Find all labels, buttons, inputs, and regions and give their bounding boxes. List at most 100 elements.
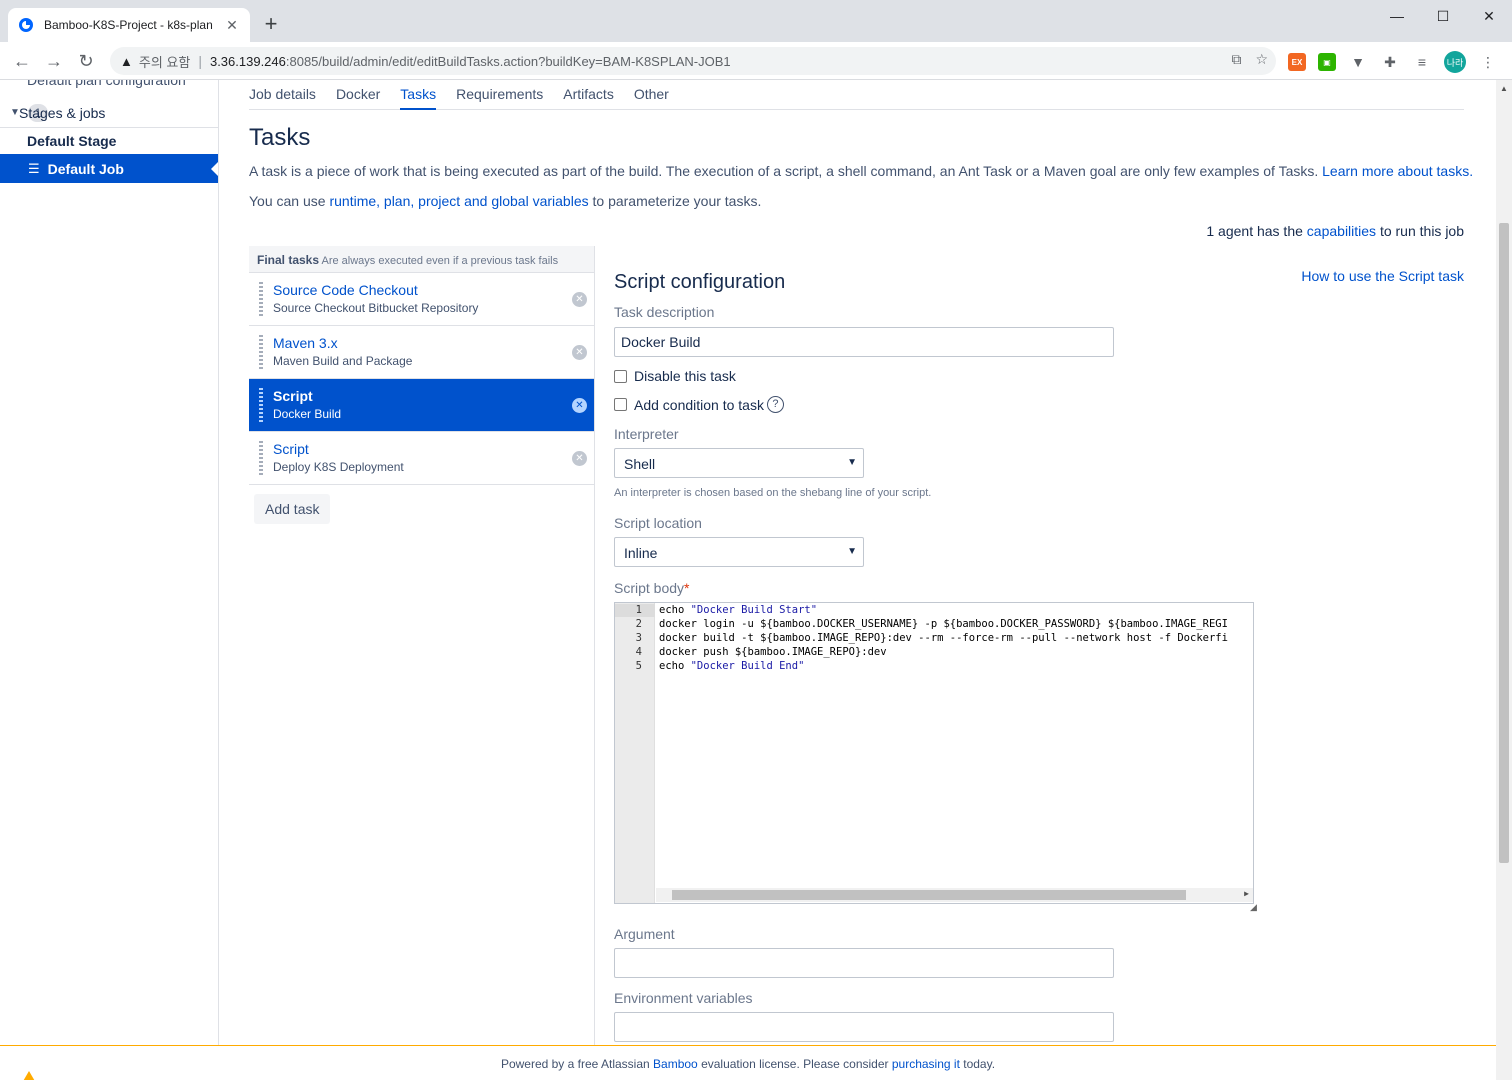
- maximize-icon[interactable]: ☐: [1420, 0, 1466, 32]
- required-marker: *: [684, 580, 690, 596]
- extensions-puzzle-icon[interactable]: ✚: [1380, 52, 1400, 72]
- script-location-value: Inline: [624, 545, 658, 561]
- variables-text-post: to parameterize your tasks.: [588, 193, 762, 209]
- sidebar-item-plan-configuration[interactable]: Default plan configuration: [27, 80, 186, 88]
- task-item[interactable]: Maven 3.x Maven Build and Package ✕: [249, 326, 594, 379]
- window-controls: — ☐ ✕: [1374, 0, 1512, 32]
- capabilities-link[interactable]: capabilities: [1307, 223, 1376, 239]
- page-vertical-scrollbar[interactable]: ▲: [1496, 80, 1512, 1080]
- minimize-icon[interactable]: —: [1374, 0, 1420, 32]
- remove-task-icon[interactable]: ✕: [572, 398, 587, 413]
- code-line: docker build -t ${bamboo.IMAGE_REPO}:dev…: [659, 632, 1228, 644]
- warning-icon: [22, 1071, 36, 1080]
- editor-horizontal-scrollbar[interactable]: ▶: [656, 888, 1253, 902]
- task-desc: Maven Build and Package: [273, 354, 413, 368]
- extension-green-icon[interactable]: ▣: [1318, 53, 1336, 71]
- code-area[interactable]: echo "Docker Build Start" docker login -…: [659, 603, 1253, 888]
- job-name: Default Job: [47, 160, 124, 177]
- argument-input[interactable]: [614, 948, 1114, 978]
- translate-icon[interactable]: ⧉: [1231, 51, 1241, 68]
- browser-tabstrip: Bamboo-K8S-Project - k8s-plan ✕ + — ☐ ✕: [0, 0, 1512, 42]
- bookmark-star-icon[interactable]: ☆: [1255, 51, 1268, 68]
- chevron-down-icon: ▼: [847, 457, 857, 468]
- tab-other[interactable]: Other: [634, 86, 669, 110]
- task-desc: Source Checkout Bitbucket Repository: [273, 301, 479, 315]
- browser-tab[interactable]: Bamboo-K8S-Project - k8s-plan ✕: [8, 8, 250, 42]
- task-title: Maven 3.x: [273, 335, 338, 351]
- close-window-icon[interactable]: ✕: [1466, 0, 1512, 32]
- sidebar-stages-jobs[interactable]: ▼ Stages & jobs 1: [0, 98, 218, 128]
- tasks-description-text: A task is a piece of work that is being …: [249, 163, 1323, 179]
- new-tab-icon[interactable]: +: [258, 12, 284, 38]
- task-item[interactable]: Script Deploy K8S Deployment ✕: [249, 432, 594, 485]
- extension-v-icon[interactable]: ▼: [1348, 52, 1368, 72]
- variables-description: You can use runtime, plan, project and g…: [249, 193, 761, 209]
- reload-icon[interactable]: ↻: [72, 48, 100, 74]
- variables-link[interactable]: runtime, plan, project and global variab…: [329, 193, 588, 209]
- omnibox-separator: |: [198, 53, 202, 69]
- add-task-button[interactable]: Add task: [254, 494, 331, 524]
- drag-handle-icon[interactable]: [259, 388, 263, 422]
- bamboo-link[interactable]: Bamboo: [653, 1057, 698, 1071]
- job-subnav: Job details Docker Tasks Requirements Ar…: [249, 86, 1464, 110]
- help-icon[interactable]: ?: [766, 396, 784, 413]
- purchase-link[interactable]: purchasing it: [892, 1057, 960, 1071]
- tab-job-details[interactable]: Job details: [249, 86, 316, 110]
- sidebar-job-selected[interactable]: ☰ Default Job: [0, 154, 218, 183]
- page-viewport: Default plan configuration ▼ Stages & jo…: [0, 80, 1496, 1080]
- disable-task-checkbox[interactable]: Disable this task: [614, 368, 736, 384]
- task-description-input[interactable]: Docker Build: [614, 327, 1114, 357]
- checkbox-icon[interactable]: [614, 398, 627, 411]
- line-number-gutter: 1 2 3 4 5: [615, 603, 655, 903]
- back-icon[interactable]: ←: [8, 48, 36, 74]
- list-icon: ☰: [28, 160, 40, 176]
- scrollbar-thumb[interactable]: [1499, 223, 1509, 863]
- tab-title: Bamboo-K8S-Project - k8s-plan: [44, 18, 213, 32]
- tab-tasks[interactable]: Tasks: [400, 86, 437, 110]
- footer-text-post: today.: [959, 1057, 996, 1071]
- chevron-down-icon: ▼: [847, 546, 857, 557]
- task-item[interactable]: Source Code Checkout Source Checkout Bit…: [249, 273, 594, 326]
- omnibox-actions: ⧉ ☆: [1231, 51, 1268, 68]
- sidebar-stage[interactable]: Default Stage: [27, 133, 116, 149]
- env-variables-input[interactable]: [614, 1012, 1114, 1042]
- remove-task-icon[interactable]: ✕: [572, 292, 587, 307]
- forward-icon[interactable]: →: [40, 48, 68, 74]
- extension-ex-icon[interactable]: EX: [1288, 53, 1306, 71]
- remove-task-icon[interactable]: ✕: [572, 345, 587, 360]
- tab-requirements[interactable]: Requirements: [456, 86, 543, 110]
- tab-close-icon[interactable]: ✕: [224, 17, 240, 34]
- script-body-label-text: Script body: [614, 580, 685, 596]
- url-host: 3.36.139.246: [209, 53, 286, 69]
- add-condition-checkbox[interactable]: Add condition to task ?: [614, 396, 784, 413]
- task-title: Script: [273, 441, 309, 457]
- learn-more-link[interactable]: Learn more about tasks.: [1322, 163, 1473, 179]
- checkbox-icon[interactable]: [614, 369, 627, 383]
- tab-docker[interactable]: Docker: [336, 86, 380, 110]
- remove-task-icon[interactable]: ✕: [572, 451, 587, 466]
- drag-handle-icon[interactable]: [259, 441, 263, 475]
- script-location-select[interactable]: Inline ▼: [614, 537, 864, 567]
- code-text: echo: [659, 604, 691, 616]
- drag-handle-icon[interactable]: [259, 282, 263, 316]
- tab-artifacts[interactable]: Artifacts: [563, 86, 614, 110]
- browser-menu-icon[interactable]: ⋮: [1478, 52, 1498, 72]
- url-path: :8085/build/admin/edit/editBuildTasks.ac…: [285, 53, 731, 69]
- line-number: 4: [635, 646, 642, 658]
- script-body-editor[interactable]: 1 2 3 4 5 echo "Docker Build Start" dock…: [614, 602, 1254, 904]
- scroll-up-icon[interactable]: ▲: [1500, 84, 1508, 93]
- drag-handle-icon[interactable]: [259, 335, 263, 369]
- interpreter-select[interactable]: Shell ▼: [614, 448, 864, 478]
- scrollbar-thumb[interactable]: [672, 890, 1186, 900]
- code-line: echo "Docker Build Start": [659, 604, 817, 616]
- profile-avatar[interactable]: 나라: [1444, 51, 1466, 73]
- final-tasks-note: Are always executed even if a previous t…: [321, 255, 559, 267]
- reading-list-icon[interactable]: ≡: [1412, 52, 1432, 72]
- address-bar[interactable]: ▲ 주의 요함 | 3.36.139.246 :8085/build/admin…: [110, 47, 1276, 75]
- script-config-panel: Script configuration How to use the Scri…: [594, 246, 1464, 1080]
- scroll-right-icon[interactable]: ▶: [1244, 889, 1249, 898]
- script-location-label: Script location: [614, 515, 702, 531]
- script-help-link[interactable]: How to use the Script task: [1301, 268, 1464, 284]
- resize-handle-icon[interactable]: ◢: [1250, 902, 1257, 913]
- task-item-selected[interactable]: Script Docker Build ✕: [249, 379, 594, 432]
